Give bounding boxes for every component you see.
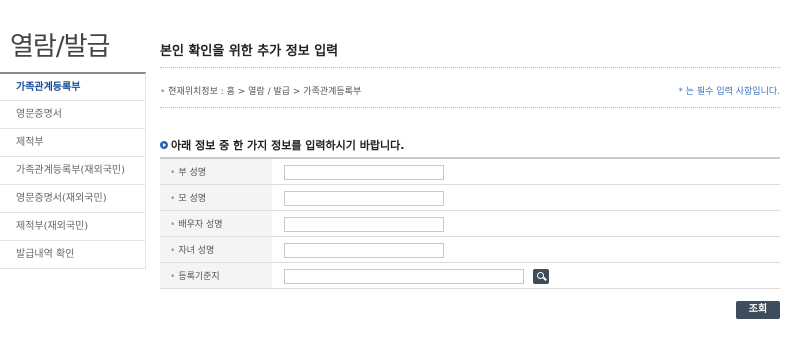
breadcrumb-text: 현재위치정보 : 홈 > 열람 / 발급 > 가족관계등록부 bbox=[168, 87, 362, 97]
sidebar-item-removed-register[interactable]: 제적부 bbox=[0, 129, 146, 157]
form-row-child: • 자녀 성명 bbox=[160, 236, 780, 263]
spouse-name-input[interactable] bbox=[284, 217, 444, 232]
field-label-text: 모 성명 bbox=[178, 194, 207, 204]
info-form-table: • 부 성명 • 모 성명 • 배우자 성명 • 자녀 성명 • 등록기준지 bbox=[160, 157, 780, 289]
field-label: • 모 성명 bbox=[160, 184, 272, 211]
field-label: • 자녀 성명 bbox=[160, 236, 272, 263]
form-row-spouse: • 배우자 성명 bbox=[160, 210, 780, 237]
sidebar-item-removed-register-overseas[interactable]: 제적부(재외국민) bbox=[0, 213, 146, 241]
bullet-icon: • bbox=[170, 246, 176, 256]
breadcrumb-divider bbox=[160, 107, 780, 108]
form-row-registration-base: • 등록기준지 bbox=[160, 262, 780, 289]
section-heading: 아래 정보 중 한 가지 정보를 입력하시기 바랍니다. bbox=[160, 137, 404, 153]
mother-name-input[interactable] bbox=[284, 191, 444, 206]
field-label-text: 등록기준지 bbox=[178, 272, 220, 282]
field-label: • 등록기준지 bbox=[160, 262, 272, 289]
page-title: 본인 확인을 위한 추가 정보 입력 bbox=[160, 44, 339, 59]
form-row-father: • 부 성명 bbox=[160, 158, 780, 185]
child-name-input[interactable] bbox=[284, 243, 444, 258]
section-heading-text: 아래 정보 중 한 가지 정보를 입력하시기 바랍니다. bbox=[171, 139, 405, 152]
bullet-icon: • bbox=[170, 272, 176, 282]
breadcrumb: • 현재위치정보 : 홈 > 열람 / 발급 > 가족관계등록부 bbox=[160, 84, 361, 97]
field-label: • 배우자 성명 bbox=[160, 210, 272, 237]
father-name-input[interactable] bbox=[284, 165, 444, 180]
field-label-text: 자녀 성명 bbox=[178, 246, 215, 256]
form-row-mother: • 모 성명 bbox=[160, 184, 780, 211]
inquiry-button[interactable]: 조회 bbox=[736, 301, 780, 319]
bullet-icon: • bbox=[170, 194, 176, 204]
sidebar-menu: 가족관계등록부 영문증명서 제적부 가족관계등록부(재외국민) 영문증명서(재외… bbox=[0, 72, 146, 269]
bullet-icon: • bbox=[170, 220, 176, 230]
sidebar-item-english-certificate-overseas[interactable]: 영문증명서(재외국민) bbox=[0, 185, 146, 213]
registration-base-input[interactable] bbox=[284, 269, 524, 284]
sidebar-item-family-register[interactable]: 가족관계등록부 bbox=[0, 72, 146, 101]
field-label: • 부 성명 bbox=[160, 158, 272, 185]
title-divider bbox=[160, 67, 780, 68]
sidebar-item-family-register-overseas[interactable]: 가족관계등록부(재외국민) bbox=[0, 157, 146, 185]
arrow-bullet-icon bbox=[160, 141, 168, 149]
sidebar-item-english-certificate[interactable]: 영문증명서 bbox=[0, 101, 146, 129]
address-search-button[interactable] bbox=[533, 269, 550, 284]
sidebar-item-issuance-history[interactable]: 발급내역 확인 bbox=[0, 241, 146, 269]
field-label-text: 배우자 성명 bbox=[178, 220, 223, 230]
required-note: * 는 필수 입력 사항입니다. bbox=[678, 87, 780, 97]
breadcrumb-bullet: • bbox=[160, 87, 169, 97]
sidebar-title: 열람/발급 bbox=[10, 32, 110, 62]
field-label-text: 부 성명 bbox=[178, 168, 207, 178]
bullet-icon: • bbox=[170, 168, 176, 178]
